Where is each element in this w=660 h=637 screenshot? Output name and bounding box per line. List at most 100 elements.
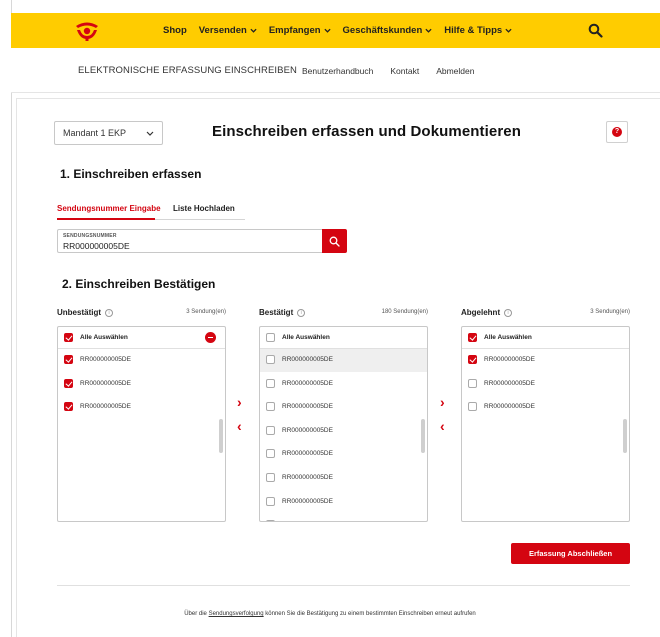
item-checkbox[interactable] [468, 355, 477, 364]
listbox-best-tigt[interactable]: Alle Auswählen RR000000005DE RR000000005DE… [259, 326, 428, 522]
listbox-abgelehnt[interactable]: Alle Auswählen RR000000005DE RR000000005DE… [461, 326, 630, 522]
move-left-arrow-1[interactable]: ‹ [237, 418, 242, 434]
item-checkbox[interactable] [266, 473, 275, 482]
sendungsverfolgung-link[interactable]: Sendungsverfolgung [209, 611, 264, 617]
footer-divider [57, 585, 630, 586]
item-label: RR000000005DE [282, 403, 333, 411]
info-icon[interactable]: i [105, 308, 113, 317]
list-item[interactable]: RR000000005DE [260, 443, 427, 466]
subnav-links: Benutzerhandbuch Kontakt Abmelden [302, 66, 474, 76]
erfassung-abschliessen-button[interactable]: Erfassung Abschließen [511, 543, 630, 564]
list-item[interactable]: RR000000005DE [58, 373, 225, 396]
move-right-arrow-1[interactable]: › [237, 394, 242, 410]
item-checkbox[interactable] [266, 355, 275, 364]
item-checkbox[interactable] [64, 378, 73, 388]
scrollbar-thumb[interactable] [623, 419, 627, 453]
item-checkbox[interactable] [266, 425, 275, 435]
nav-item-versenden[interactable]: Versenden [199, 25, 257, 36]
list-item[interactable]: RR000000005DE [260, 514, 427, 521]
link-benutzerhandbuch[interactable]: Benutzerhandbuch [302, 66, 373, 76]
column-count-best-tigt: 180 Sendung(en) [381, 309, 428, 315]
select-all-row[interactable]: Alle Auswählen [260, 327, 427, 350]
link-abmelden[interactable]: Abmelden [436, 66, 474, 76]
item-label: RR000000005DE [80, 379, 131, 387]
select-all-label: Alle Auswählen [282, 334, 330, 341]
item-label: RR000000005DE [282, 474, 333, 481]
move-right-arrow-2[interactable]: › [440, 394, 445, 410]
mandant-select[interactable]: Mandant 1 EKP [54, 121, 163, 145]
list-item[interactable]: RR000000005DE [462, 373, 629, 396]
item-label: RR000000005DE [282, 379, 333, 387]
nav-item-label: Hilfe & Tipps [444, 25, 503, 36]
search-icon[interactable] [588, 23, 603, 38]
info-icon[interactable]: i [504, 308, 513, 317]
item-checkbox[interactable] [266, 378, 275, 388]
select-all-checkbox[interactable] [468, 333, 477, 342]
input-tabs: Sendungsnummer Eingabe Liste Hochladen [57, 204, 245, 220]
select-all-row[interactable]: Alle Auswählen [462, 327, 629, 350]
nav-item-shop[interactable]: Shop [163, 25, 187, 36]
item-label: RR000000005DE [484, 403, 535, 411]
post-horn-logo[interactable] [73, 17, 101, 43]
top-navigation: Shop Versenden Empfangen Geschäftskunden Hil… [11, 13, 660, 48]
column-count-unbest-tigt: 3 Sendung(en) [186, 309, 226, 315]
list-item[interactable]: RR000000005DE [462, 349, 629, 372]
scrollbar-thumb[interactable] [421, 419, 425, 453]
nav-item-empfangen[interactable]: Empfangen [269, 25, 331, 36]
list-item[interactable]: RR000000005DE [260, 396, 427, 419]
select-all-row[interactable]: Alle Auswählen [58, 327, 225, 350]
item-checkbox[interactable] [64, 402, 73, 412]
scrollbar-thumb[interactable] [219, 419, 223, 453]
item-label: RR000000005DE [282, 356, 333, 363]
listbox-unbest-tigt[interactable]: Alle Auswählen RR000000005DE RR000000005DE… [57, 326, 226, 522]
sendungsnummer-input[interactable]: SENDUNGSNUMMER RR000000005DE [57, 229, 323, 253]
list-item[interactable]: RR000000005DE [260, 467, 427, 490]
item-checkbox[interactable] [468, 402, 477, 412]
question-icon: ? [612, 127, 622, 137]
nav-item-hilfe-tipps[interactable]: Hilfe & Tipps [444, 25, 512, 36]
list-item[interactable]: RR000000005DE [58, 396, 225, 419]
help-button[interactable]: ? [606, 121, 628, 143]
item-label: RR000000005DE [80, 356, 131, 363]
tab-liste-hochladen[interactable]: Liste Hochladen [173, 204, 235, 213]
nav-item-gesch-ftskunden[interactable]: Geschäftskunden [343, 25, 433, 36]
list-item[interactable]: RR000000005DE [260, 491, 427, 514]
item-checkbox[interactable] [266, 449, 275, 459]
item-checkbox[interactable] [266, 520, 275, 521]
column-title-unbest-tigt: Unbestätigt i [57, 308, 113, 317]
link-kontakt[interactable]: Kontakt [390, 66, 419, 76]
item-label: RR000000005DE [484, 379, 535, 387]
item-checkbox[interactable] [468, 378, 477, 388]
sendungsnummer-label: SENDUNGSNUMMER [63, 233, 117, 239]
mandant-value: Mandant 1 EKP [63, 128, 127, 138]
tab-sendungsnummer-eingabe[interactable]: Sendungsnummer Eingabe [57, 204, 161, 213]
list-item[interactable]: RR000000005DE [462, 396, 629, 419]
sendungsnummer-value: RR000000005DE [63, 241, 130, 251]
list-item[interactable]: RR000000005DE [58, 349, 225, 372]
page-title: Einschreiben erfassen und Dokumentieren [212, 123, 521, 140]
column-title-text: Unbestätigt [57, 308, 101, 317]
list-item[interactable]: RR000000005DE [260, 373, 427, 396]
select-all-label: Alle Auswählen [484, 334, 532, 341]
chevron-down-icon [146, 131, 154, 136]
select-all-checkbox[interactable] [266, 333, 275, 342]
select-all-label: Alle Auswählen [80, 334, 128, 341]
search-button[interactable] [322, 229, 347, 253]
nav-item-label: Empfangen [268, 25, 321, 36]
chevron-down-icon [425, 28, 432, 33]
item-checkbox[interactable] [266, 496, 275, 506]
main-menu: Shop Versenden Empfangen Geschäftskunden Hil… [163, 13, 512, 48]
info-icon[interactable]: i [297, 308, 306, 317]
select-all-checkbox[interactable] [64, 333, 73, 342]
move-left-arrow-2[interactable]: ‹ [440, 418, 445, 434]
list-item[interactable]: RR000000005DE [260, 420, 427, 443]
search-icon [329, 236, 340, 247]
item-checkbox[interactable] [64, 355, 73, 364]
list-item[interactable]: RR000000005DE [260, 349, 427, 372]
remove-icon[interactable] [205, 332, 216, 343]
app-title: ELEKTRONISCHE ERFASSUNG EINSCHREIBEN [78, 65, 297, 76]
chevron-down-icon [250, 28, 257, 33]
chevron-down-icon [505, 28, 512, 33]
nav-item-label: Geschäftskunden [342, 25, 423, 36]
item-checkbox[interactable] [266, 402, 275, 412]
